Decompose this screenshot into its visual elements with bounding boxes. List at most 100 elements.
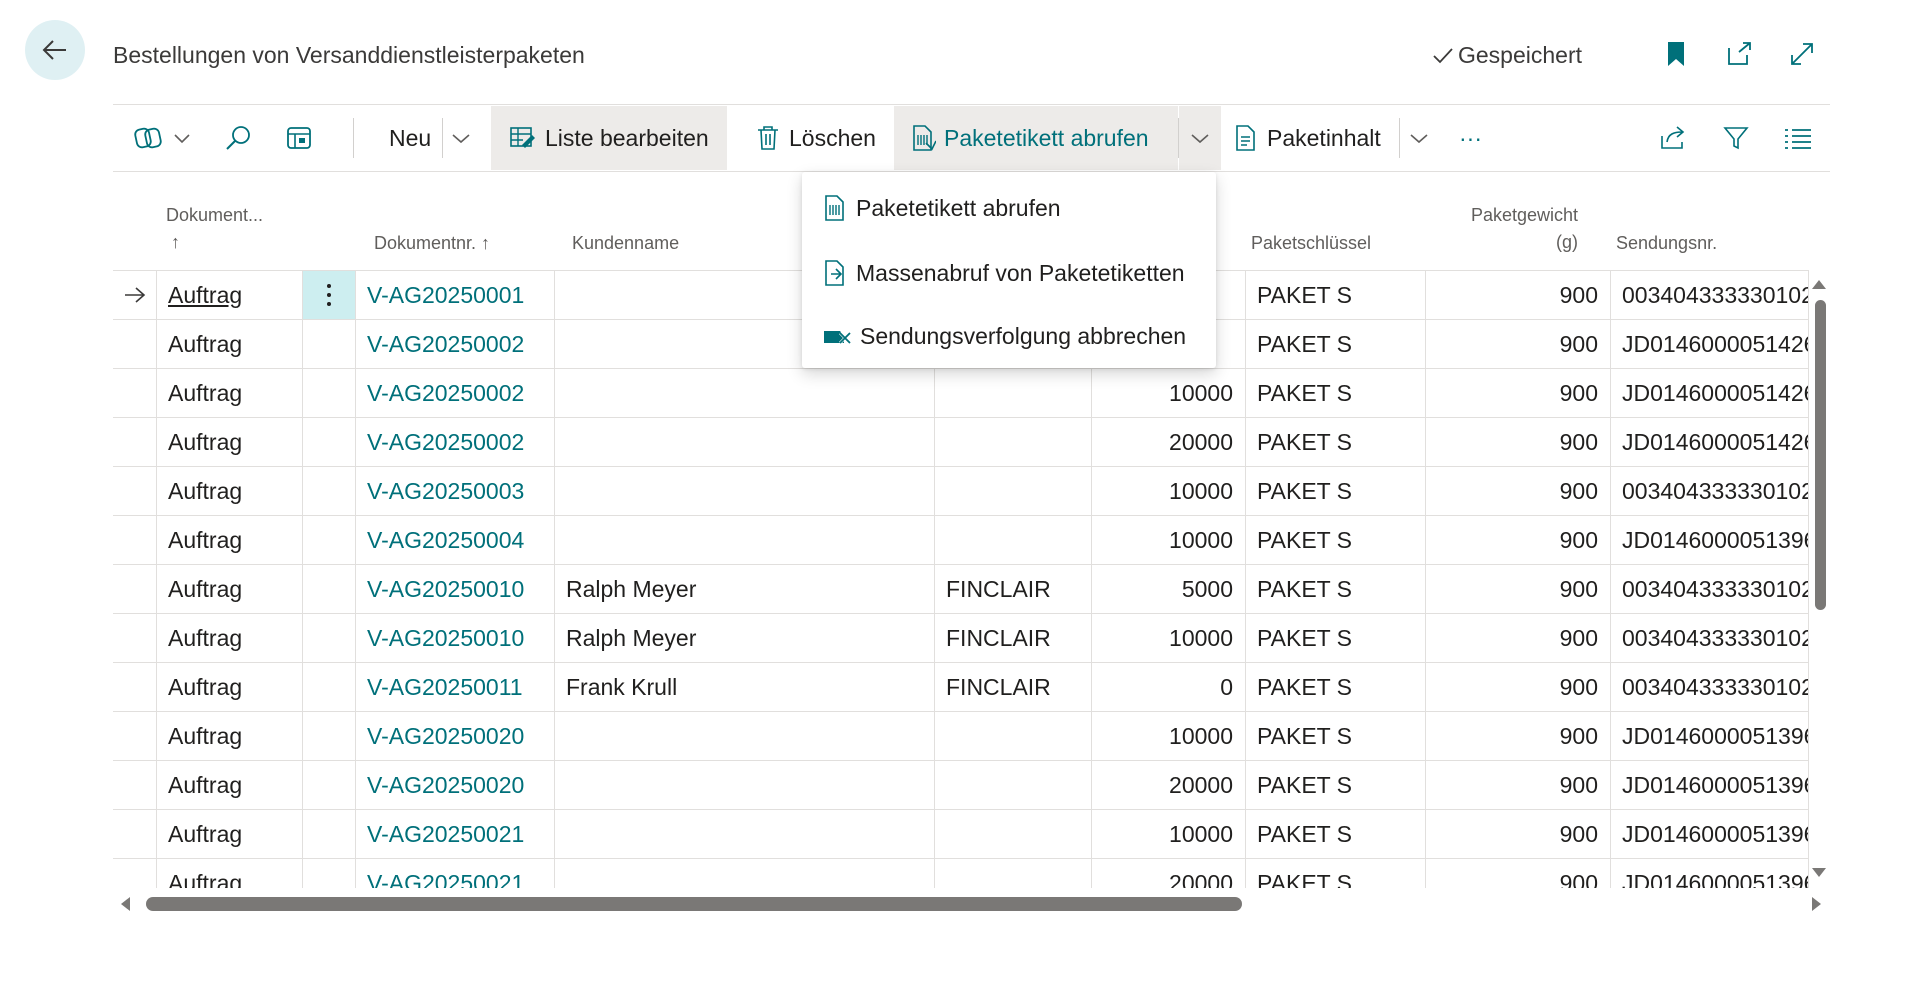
column-header-shipment-no[interactable]: Sendungsnr. — [1616, 230, 1717, 257]
table-row[interactable]: Auftrag V-AG20250003 10000 PAKET S 900 003404… — [113, 467, 1809, 516]
scroll-up-arrow-icon[interactable] — [1812, 280, 1826, 289]
cell-document-no[interactable]: V-AG20250002 — [356, 418, 555, 466]
vertical-scrollbar-thumb[interactable] — [1815, 300, 1826, 610]
row-actions[interactable] — [303, 565, 356, 613]
scroll-right-arrow-icon[interactable] — [1812, 897, 1821, 911]
cell-package-weight: 900 — [1426, 614, 1611, 662]
row-actions[interactable] — [303, 516, 356, 564]
new-dropdown-button[interactable] — [451, 106, 471, 170]
cell-package-weight: 900 — [1426, 663, 1611, 711]
edit-list-label: Liste bearbeiten — [545, 124, 709, 151]
more-actions-button[interactable]: ··· — [1459, 106, 1482, 170]
saved-label: Gespeichert — [1458, 42, 1583, 68]
row-indicator — [113, 467, 157, 515]
page-title: Bestellungen von Versanddienstleisterpak… — [113, 42, 585, 68]
new-button[interactable]: Neu — [389, 106, 431, 170]
cell-customer-name — [555, 761, 935, 809]
row-actions[interactable] — [303, 663, 356, 711]
bookmark-button[interactable] — [1659, 37, 1693, 71]
package-content-button[interactable]: Paketinhalt — [1233, 106, 1381, 170]
table-row[interactable]: Auftrag V-AG20250002 20000 PAKET S 900 JD0146… — [113, 418, 1809, 467]
cell-document-no[interactable]: V-AG20250011 — [356, 663, 555, 711]
table-row[interactable]: Auftrag V-AG20250021 10000 PAKET S 900 JD0146… — [113, 810, 1809, 859]
cell-shipment-no: JD01460000514262 — [1611, 320, 1809, 368]
row-actions[interactable] — [303, 369, 356, 417]
table-row[interactable]: Auftrag V-AG20250011 Frank Krull FINCLAIR 0 P… — [113, 663, 1809, 712]
cell-document-no[interactable]: V-AG20250003 — [356, 467, 555, 515]
table-row[interactable]: Auftrag V-AG20250021 20000 PAKET S 900 JD0146… — [113, 859, 1809, 888]
scroll-down-arrow-icon[interactable] — [1812, 868, 1826, 877]
delete-button[interactable]: Löschen — [755, 106, 876, 170]
cell-document-no[interactable]: V-AG20250004 — [356, 516, 555, 564]
more-actions-label: ··· — [1459, 124, 1482, 151]
filter-icon — [1723, 127, 1749, 150]
back-button[interactable] — [25, 20, 85, 80]
cell-package-weight: 900 — [1426, 369, 1611, 417]
scroll-left-arrow-icon[interactable] — [121, 897, 130, 911]
share-button[interactable] — [1658, 106, 1688, 170]
row-actions[interactable] — [303, 467, 356, 515]
cell-document-type: Auftrag — [157, 565, 303, 613]
table-row[interactable]: Auftrag V-AG20250020 10000 PAKET S 900 JD0146… — [113, 712, 1809, 761]
table-row[interactable]: Auftrag V-AG20250002 10000 PAKET S 900 JD0146… — [113, 369, 1809, 418]
cell-document-no[interactable]: V-AG20250002 — [356, 369, 555, 417]
column-header-document-no[interactable]: Dokumentnr. ↑ — [374, 230, 490, 257]
menu-item-cancel-tracking[interactable]: Sendungsverfolgung abbrechen — [802, 306, 1216, 366]
column-header-customer-name[interactable]: Kundenname — [572, 230, 679, 257]
cell-package-key: PAKET S — [1246, 369, 1426, 417]
search-button[interactable] — [223, 106, 253, 170]
row-actions[interactable] — [303, 614, 356, 662]
row-actions[interactable] — [303, 810, 356, 858]
cell-shipping-agent: FINCLAIR — [935, 663, 1092, 711]
row-actions[interactable] — [303, 712, 356, 760]
column-header-label: Dokument... — [166, 205, 264, 225]
cell-document-no[interactable]: V-AG20250020 — [356, 761, 555, 809]
cell-document-no[interactable]: V-AG20250020 — [356, 712, 555, 760]
row-actions[interactable] — [303, 859, 356, 888]
edit-list-button[interactable]: Liste bearbeiten — [491, 106, 727, 170]
open-new-window-button[interactable] — [1722, 37, 1756, 71]
menu-item-label: Massenabruf von Paketetiketten — [856, 259, 1185, 286]
chevron-down-icon — [452, 134, 470, 144]
table-row[interactable]: Auftrag V-AG20250004 10000 PAKET S 900 JD0146… — [113, 516, 1809, 565]
menu-item-label: Sendungsverfolgung abbrechen — [860, 322, 1187, 349]
analysis-mode-button[interactable] — [285, 106, 313, 170]
row-actions[interactable] — [303, 761, 356, 809]
table-row[interactable]: Auftrag V-AG20250010 Ralph Meyer FINCLAIR 10… — [113, 614, 1809, 663]
list-view-button[interactable] — [1783, 106, 1813, 170]
row-actions[interactable] — [303, 418, 356, 466]
edit-list-icon — [510, 127, 535, 148]
row-actions[interactable] — [303, 271, 356, 319]
menu-item-label: Paketetikett abrufen — [856, 194, 1061, 221]
new-label: Neu — [389, 124, 432, 151]
cell-document-type: Auftrag — [157, 369, 303, 417]
cell-package-key: PAKET S — [1246, 663, 1426, 711]
arrow-left-icon — [42, 40, 66, 60]
get-label-dropdown-button[interactable] — [1179, 106, 1221, 170]
horizontal-scrollbar-thumb[interactable] — [146, 897, 1242, 911]
get-label-button[interactable]: Paketetikett abrufen — [894, 106, 1178, 170]
package-content-dropdown-button[interactable] — [1409, 106, 1429, 170]
column-header-document-type[interactable]: Dokument... ↑ — [166, 202, 263, 256]
column-header-package-weight[interactable]: Paketgewicht (g) — [1440, 202, 1578, 256]
chevron-down-icon — [174, 134, 190, 144]
cell-document-no[interactable]: V-AG20250001 — [356, 271, 555, 319]
menu-item-get-label[interactable]: Paketetikett abrufen — [802, 178, 1216, 238]
expand-button[interactable] — [1785, 37, 1819, 71]
table-row[interactable]: Auftrag V-AG20250020 20000 PAKET S 900 JD0146… — [113, 761, 1809, 810]
cell-document-no[interactable]: V-AG20250010 — [356, 614, 555, 662]
cell-customer-name — [555, 418, 935, 466]
menu-item-bulk-get-labels[interactable]: Massenabruf von Paketetiketten — [802, 243, 1216, 303]
cell-document-no[interactable]: V-AG20250002 — [356, 320, 555, 368]
filter-button[interactable] — [1722, 106, 1750, 170]
cell-customer-name — [555, 859, 935, 888]
cell-document-type[interactable]: Auftrag — [157, 271, 303, 319]
column-header-package-key[interactable]: Paketschlüssel — [1251, 230, 1371, 257]
cell-document-no[interactable]: V-AG20250021 — [356, 810, 555, 858]
copilot-menu[interactable] — [133, 106, 191, 170]
cell-document-no[interactable]: V-AG20250010 — [356, 565, 555, 613]
row-actions[interactable] — [303, 320, 356, 368]
table-row[interactable]: Auftrag V-AG20250010 Ralph Meyer FINCLAIR 50… — [113, 565, 1809, 614]
row-indicator — [113, 565, 157, 613]
cell-document-no[interactable]: V-AG20250021 — [356, 859, 555, 888]
